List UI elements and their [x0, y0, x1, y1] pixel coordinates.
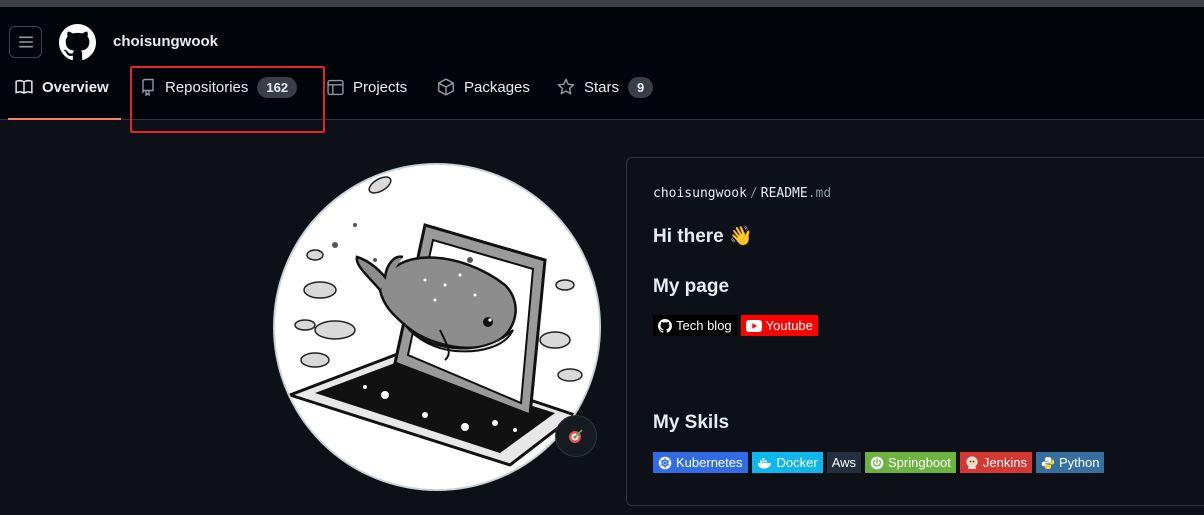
python-icon	[1041, 456, 1055, 469]
profile-username[interactable]: choisungwook	[113, 33, 218, 50]
badge-label: Tech blog	[676, 318, 732, 333]
python-badge[interactable]: Python	[1035, 452, 1105, 473]
tab-packages[interactable]: Packages	[437, 73, 530, 101]
book-icon	[15, 79, 33, 95]
badge-label: Docker	[776, 455, 818, 470]
springboot-badge[interactable]: Springboot	[865, 452, 956, 473]
skills-heading: My Skils	[653, 412, 730, 433]
my-page-heading: My page	[653, 276, 730, 297]
page-badges: Tech blog Youtube	[653, 315, 818, 336]
readme-owner-link[interactable]: choisungwook	[653, 186, 747, 201]
jenkins-icon	[966, 456, 978, 469]
readme-greeting: Hi there 👋	[653, 226, 753, 247]
path-separator: /	[749, 186, 758, 201]
tab-label: Overview	[42, 78, 109, 96]
badge-label: Springboot	[888, 455, 951, 470]
annotation-highlight-box	[130, 66, 325, 133]
profile-avatar[interactable]	[273, 163, 601, 491]
table-icon	[327, 79, 344, 95]
readme-file-link[interactable]: README	[761, 186, 808, 201]
tab-projects[interactable]: Projects	[327, 73, 407, 101]
badge-label: Jenkins	[982, 455, 1027, 470]
tab-stars[interactable]: Stars 9	[557, 73, 654, 101]
jenkins-badge[interactable]: Jenkins	[959, 452, 1032, 473]
tab-overview[interactable]: Overview	[15, 73, 109, 101]
package-icon	[437, 78, 455, 96]
badge-label: Aws	[831, 455, 857, 470]
tab-label: Projects	[353, 78, 408, 96]
kubernetes-badge[interactable]: Kubernetes	[653, 452, 748, 473]
tech-blog-badge[interactable]: Tech blog	[653, 315, 737, 336]
docker-badge[interactable]: Docker	[751, 452, 823, 473]
skill-badges: Kubernetes Docker Aws Springboot Jenkins…	[653, 452, 1105, 473]
tab-label: Packages	[464, 78, 530, 96]
menu-button[interactable]	[9, 26, 42, 58]
aws-badge[interactable]: Aws	[826, 452, 862, 473]
profile-readme-card: choisungwook / README.md Hi there 👋 My pag…	[626, 157, 1204, 506]
github-logo-icon[interactable]	[59, 24, 96, 61]
star-icon	[557, 78, 575, 95]
status-emoji-button[interactable]	[555, 415, 597, 457]
tab-label: Stars	[584, 78, 620, 96]
youtube-icon	[745, 319, 762, 332]
readme-file-extension: .md	[807, 186, 832, 201]
youtube-badge[interactable]: Youtube	[740, 315, 818, 336]
stars-counter: 9	[628, 76, 654, 98]
badge-label: Youtube	[765, 318, 813, 333]
badge-label: Python	[1058, 455, 1100, 470]
dart-target-icon	[569, 429, 583, 443]
spring-icon	[870, 456, 884, 469]
window-top-strip	[0, 0, 1204, 7]
docker-icon	[757, 457, 771, 468]
active-tab-underline	[8, 118, 121, 120]
kubernetes-icon	[658, 456, 672, 469]
readme-path: choisungwook / README.md	[653, 186, 831, 201]
avatar-illustration	[275, 165, 599, 489]
github-icon	[658, 318, 672, 333]
badge-label: Kubernetes	[676, 455, 743, 470]
hamburger-icon	[18, 36, 33, 48]
